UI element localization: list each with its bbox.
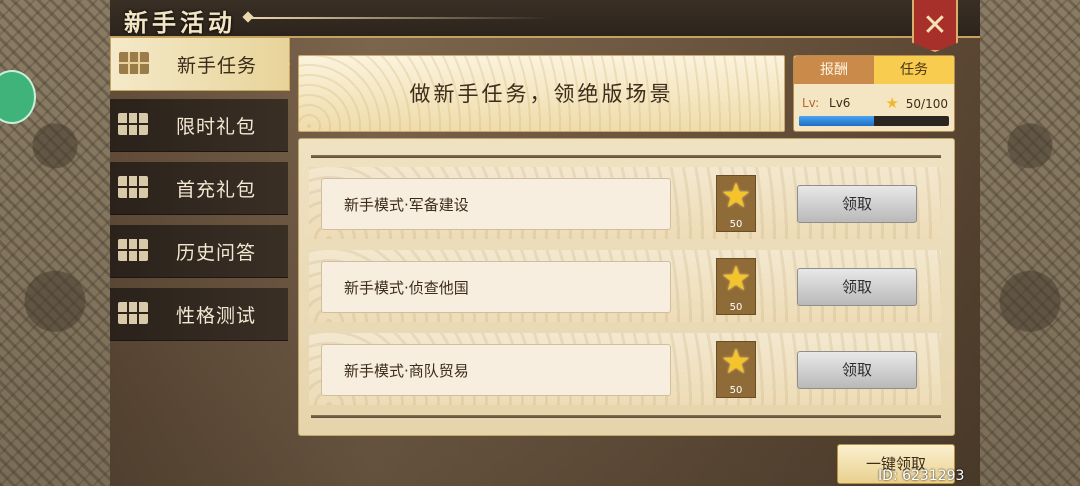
reward-star-item[interactable]: ★ 50 xyxy=(716,258,756,315)
level-label: Lv: xyxy=(802,96,820,110)
progress-box: 报酬 任务 Lv: Lv6 ★ 50/100 xyxy=(793,55,955,132)
task-list-panel: 新手模式·军备建设 ★ 50 领取 新手模式·侦查他国 ★ 50 领取 新手模式… xyxy=(298,138,955,436)
tab-task[interactable]: 任务 xyxy=(874,56,954,84)
divider xyxy=(311,415,941,418)
tab-label: 新手任务 xyxy=(177,55,258,77)
tab-personality-test[interactable]: 性格测试 xyxy=(110,288,288,341)
reward-amount: 50 xyxy=(729,385,743,396)
gift-grid-icon xyxy=(119,52,149,74)
banner-text: 做新手任务，领绝版场景 xyxy=(409,82,674,106)
title-ornament xyxy=(250,17,550,19)
star-icon: ★ xyxy=(885,94,899,112)
star-icon: ★ xyxy=(720,259,752,299)
tab-history-quiz[interactable]: 历史问答 xyxy=(110,225,288,278)
right-dragon-panel xyxy=(976,0,1080,486)
task-name: 新手模式·侦查他国 xyxy=(344,279,469,297)
progress-bar-fill xyxy=(799,116,874,126)
reward-amount: 50 xyxy=(729,302,743,313)
claim-button[interactable]: 领取 xyxy=(797,268,917,306)
close-x-icon: ✕ xyxy=(922,7,948,43)
window-title: 新手活动 xyxy=(124,8,236,37)
title-bar: 新手活动 xyxy=(110,0,980,38)
activity-window: 新手活动 ✕ 新手任务 限时礼包 首充礼包 历史问答 性格测试 做新手任务，领绝… xyxy=(110,0,980,486)
star-progress: ★ 50/100 xyxy=(886,94,949,112)
task-row: 新手模式·军备建设 ★ 50 领取 xyxy=(309,167,941,239)
reward-star-item[interactable]: ★ 50 xyxy=(716,341,756,398)
task-name-box: 新手模式·侦查他国 xyxy=(321,261,671,313)
player-id: ID: 6231293 xyxy=(878,468,965,484)
close-button[interactable]: ✕ xyxy=(912,0,958,52)
activity-banner: 做新手任务，领绝版场景 xyxy=(298,55,785,132)
task-row: 新手模式·商队贸易 ★ 50 领取 xyxy=(309,333,941,405)
tab-label: 限时礼包 xyxy=(176,116,257,138)
tab-reward[interactable]: 报酬 xyxy=(794,56,874,84)
reward-amount: 50 xyxy=(729,219,743,230)
side-badge[interactable] xyxy=(0,70,36,124)
tab-first-recharge[interactable]: 首充礼包 xyxy=(110,162,288,215)
gift-grid-icon xyxy=(118,113,148,135)
star-icon: ★ xyxy=(720,342,752,382)
tab-label: 首充礼包 xyxy=(176,179,257,201)
reward-star-item[interactable]: ★ 50 xyxy=(716,175,756,232)
task-name: 新手模式·商队贸易 xyxy=(344,362,469,380)
divider xyxy=(311,155,941,158)
claim-button[interactable]: 领取 xyxy=(797,185,917,223)
gift-grid-icon xyxy=(118,176,148,198)
progress-bar xyxy=(799,116,949,126)
tab-limited-pack[interactable]: 限时礼包 xyxy=(110,99,288,152)
task-name-box: 新手模式·军备建设 xyxy=(321,178,671,230)
gift-grid-icon xyxy=(118,302,148,324)
tab-label: 性格测试 xyxy=(176,305,257,327)
task-name: 新手模式·军备建设 xyxy=(344,196,469,214)
tab-label: 历史问答 xyxy=(176,242,257,264)
gift-grid-icon xyxy=(118,239,148,261)
level-value: Lv6 xyxy=(829,96,851,110)
star-icon: ★ xyxy=(720,176,752,216)
task-row: 新手模式·侦查他国 ★ 50 领取 xyxy=(309,250,941,322)
claim-button[interactable]: 领取 xyxy=(797,351,917,389)
star-progress-text: 50/100 xyxy=(905,97,948,111)
level-indicator: Lv: Lv6 xyxy=(802,96,850,110)
left-dragon-panel xyxy=(0,0,114,486)
task-name-box: 新手模式·商队贸易 xyxy=(321,344,671,396)
tab-newbie-tasks[interactable]: 新手任务 xyxy=(110,37,290,91)
